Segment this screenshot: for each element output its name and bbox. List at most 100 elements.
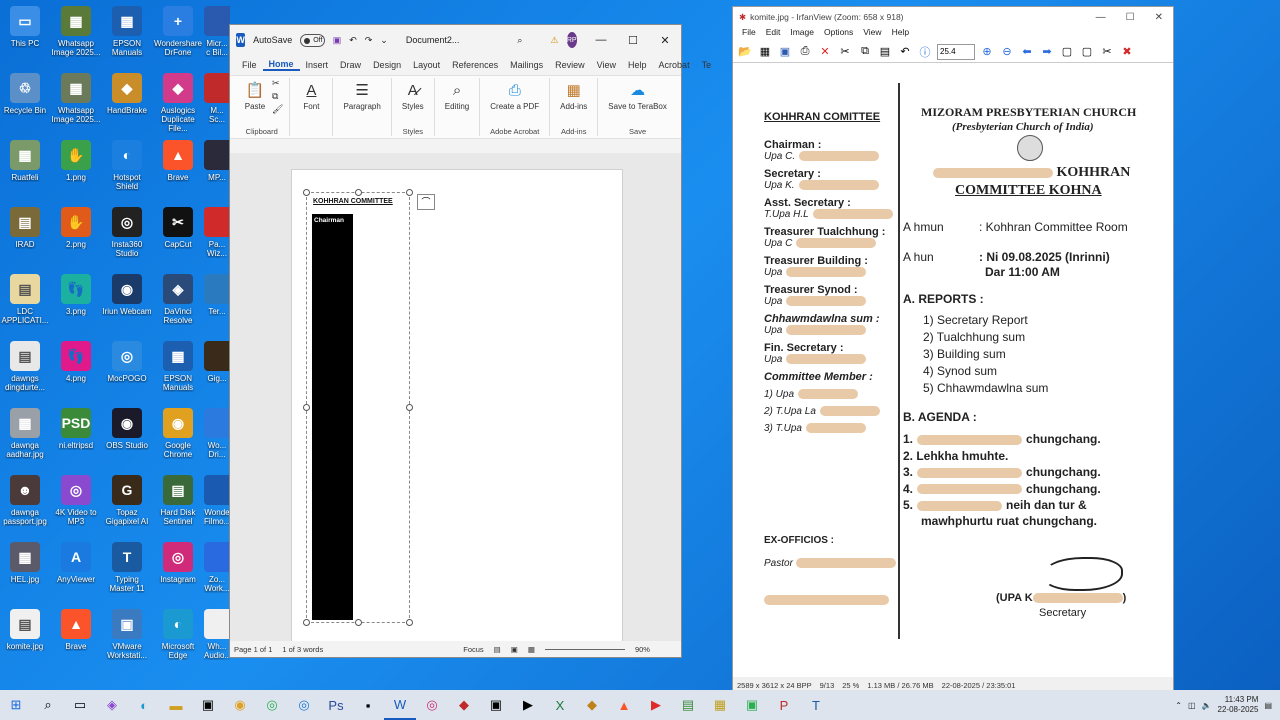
terminal-icon[interactable]: ▶ [512,690,544,720]
close-icon[interactable]: ✕ [649,34,681,47]
desktop-icon[interactable]: ▤ komite.jpg [0,607,50,671]
menu-view[interactable]: View [858,27,886,41]
desktop-icon[interactable]: ◎ Insta360 Studio [102,205,152,269]
explorer-icon[interactable]: ▬ [160,690,192,720]
format-painter-icon[interactable]: 🖌 [272,104,283,115]
info-icon[interactable]: ⓘ [917,44,933,60]
start-icon[interactable]: ⊞ [0,690,32,720]
tab-te[interactable]: Te [696,60,718,70]
desktop-icon[interactable]: ◐ Hotspot Shield [102,138,152,202]
desktop-icon[interactable]: ▦ Ruatfeli [0,138,50,202]
cut-icon[interactable]: ✂ [837,45,853,58]
avatar[interactable]: RP [566,32,577,48]
focus-button[interactable]: Focus [463,645,483,654]
maximize-icon[interactable]: ☐ [617,34,649,47]
selected-bar[interactable]: Chairman [312,214,353,620]
styles-button[interactable]: A̷ Styles [398,78,428,113]
desktop-icon[interactable]: ◆ Auslogics Duplicate File... [153,71,203,135]
resize-handle[interactable] [406,404,413,411]
tab-file[interactable]: File [236,60,263,70]
tab-draw[interactable]: Draw [334,60,367,70]
undo-icon[interactable]: ↶ [349,35,357,46]
close-icon[interactable]: ✕ [1155,12,1163,23]
desktop-icon[interactable]: ◎ 4K Video to MP3 [51,473,101,537]
desktop-icon[interactable]: ◎ Instagram [153,540,203,604]
desktop-icon[interactable]: ▦ Whatsapp Image 2025... [51,71,101,135]
print-icon[interactable]: ⎙ [797,45,813,58]
desktop-icon[interactable]: 👣 4.png [51,339,101,403]
store-icon[interactable]: ▣ [192,690,224,720]
save-terabox-button[interactable]: ☁ Save to TeraBox [604,78,671,113]
desktop-icon[interactable]: ▲ Brave [51,607,101,671]
app-icon[interactable]: ▦ [704,690,736,720]
desktop-icon[interactable]: ◉ OBS Studio [102,406,152,470]
paste-icon[interactable]: ▤ [877,45,893,58]
search-icon[interactable]: ⌕ [32,690,64,720]
tab-review[interactable]: Review [549,60,591,70]
network-icon[interactable]: ◫ [1188,701,1196,710]
tab-view[interactable]: View [591,60,622,70]
desktop-icon[interactable]: ▤ LDC APPLICATI... [0,272,50,336]
page-icon[interactable]: ▢ [1059,45,1075,58]
menu-file[interactable]: File [737,27,761,41]
desktop-icon[interactable]: ✂ CapCut [153,205,203,269]
desktop-icon[interactable]: ◎ MocPOGO [102,339,152,403]
previous-icon[interactable]: ⬅ [1019,45,1035,58]
tab-home[interactable]: Home [262,59,300,71]
desktop-icon[interactable]: ▤ IRAD [0,205,50,269]
search-icon[interactable]: ⌕ [517,35,522,46]
document-page[interactable]: KOHHRAN COMMITTEE Chairman ⌒ [291,169,623,643]
image-view[interactable]: KOHHRAN COMITTEE Chairman : Upa C. Secreta… [733,69,1173,677]
desktop-icon[interactable]: ◈ DaVinci Resolve [153,272,203,336]
desktop-icon[interactable]: ✋ 1.png [51,138,101,202]
web-layout-icon[interactable]: ▦ [528,645,535,654]
zoom-input[interactable]: 25.4 [937,43,975,60]
zoom-out-icon[interactable]: ⊖ [999,45,1015,58]
desktop-icon[interactable]: ◆ HandBrake [102,71,152,135]
addins-button[interactable]: ▦ Add-ins [556,78,591,113]
menu-image[interactable]: Image [785,27,819,41]
desktop-icon[interactable]: ♲ Recycle Bin [0,71,50,135]
menu-options[interactable]: Options [819,27,858,41]
customize-icon[interactable]: ⌄ [380,35,388,46]
brave-icon[interactable]: ▲ [608,690,640,720]
resize-handle[interactable] [303,619,310,626]
desktop-icon[interactable]: PSD ni.eltripsd [51,406,101,470]
print-layout-icon[interactable]: ▣ [511,645,518,654]
irfanview-window[interactable]: ✱ komite.jpg - IrfanView (Zoom: 658 x 91… [732,6,1174,694]
browser-icon[interactable]: ◎ [288,690,320,720]
layout-options-icon[interactable]: ⌒ [417,194,435,210]
desktop-icon[interactable]: ▦ Whatsapp Image 2025... [51,4,101,68]
desktop-icon[interactable]: ◉ Google Chrome [153,406,203,470]
slideshow-icon[interactable]: ▦ [757,45,773,58]
desktop-icon[interactable]: ▤ dawngs dingdurte... [0,339,50,403]
zoom-slider[interactable] [544,648,625,650]
zoom-in-icon[interactable]: ⊕ [979,45,995,58]
desktop-icon[interactable]: Wonde Filmo... [204,473,230,537]
desktop-icon[interactable]: ☻ dawnga passport.jpg [0,473,50,537]
create-pdf-button[interactable]: ⎙ Create a PDF [486,78,543,113]
desktop-icon[interactable]: ▭ This PC [0,4,50,68]
copy-icon[interactable]: ⧉ [272,91,283,102]
app-icon[interactable]: ▣ [480,690,512,720]
desktop-icon[interactable]: G Topaz Gigapixel AI [102,473,152,537]
tab-help[interactable]: Help [622,60,653,70]
zoom-level[interactable]: 90% [635,645,650,654]
desktop-icon[interactable]: ▦ dawnga aadhar.jpg [0,406,50,470]
desktop-icon[interactable]: Wo... Dri... [204,406,230,470]
desktop-icon[interactable]: Zo... Work... [204,540,230,604]
tab-acrobat[interactable]: Acrobat [653,60,696,70]
photoshop-icon[interactable]: Ps [320,690,352,720]
font-button[interactable]: A Font [296,78,326,113]
word-icon[interactable]: W [384,690,416,720]
desktop-icon[interactable]: ▦ EPSON Manuals [153,339,203,403]
resize-handle[interactable] [355,619,362,626]
app-icon[interactable]: ▣ [736,690,768,720]
desktop-icon[interactable]: ▤ Hard Disk Sentinel [153,473,203,537]
whatsapp-icon[interactable]: ◎ [256,690,288,720]
minimize-icon[interactable]: — [585,34,617,47]
excel-icon[interactable]: X [544,690,576,720]
youtube-icon[interactable]: ▶ [640,690,672,720]
desktop-icon[interactable]: ◉ Iriun Webcam [102,272,152,336]
read-mode-icon[interactable]: ▤ [494,645,501,654]
